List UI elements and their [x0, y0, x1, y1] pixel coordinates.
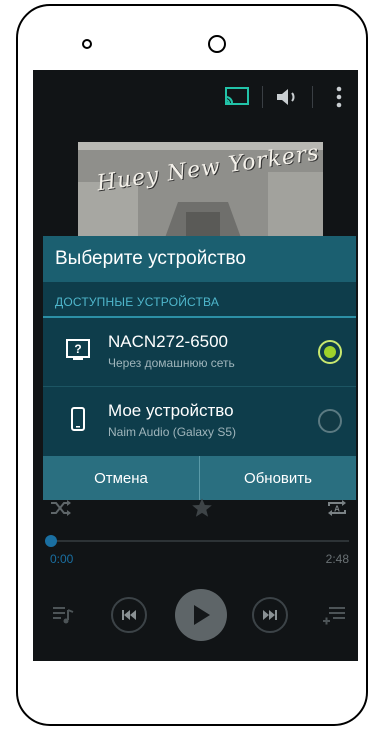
skip-next-icon	[263, 610, 277, 620]
next-button[interactable]	[252, 597, 288, 633]
dialog-title: Выберите устройство	[55, 248, 246, 269]
unknown-device-icon: ?	[65, 338, 91, 362]
app-screen: Huey New Yorkers Выберите устройство ДОС…	[33, 70, 358, 661]
playlist-icon[interactable]	[49, 600, 79, 630]
cast-icon[interactable]	[223, 84, 251, 110]
svg-text:?: ?	[74, 342, 81, 356]
top-bar	[33, 70, 358, 126]
front-camera	[208, 35, 226, 53]
favorite-star-icon[interactable]	[191, 497, 213, 519]
previous-button[interactable]	[111, 597, 147, 633]
device-row-my-device[interactable]: Мое устройство Naim Audio (Galaxy S5)	[43, 387, 356, 455]
more-vert-icon[interactable]	[331, 84, 347, 110]
sensor-dot	[82, 39, 92, 49]
seek-handle[interactable]	[45, 535, 57, 547]
play-icon	[194, 605, 210, 625]
duration-time: 2:48	[325, 552, 349, 566]
select-device-dialog: Выберите устройство ДОСТУПНЫЕ УСТРОЙСТВА…	[43, 236, 356, 500]
svg-text:A: A	[334, 505, 340, 514]
add-to-queue-icon[interactable]	[319, 600, 349, 630]
device-radio[interactable]	[318, 409, 342, 433]
seek-bar[interactable]	[48, 540, 349, 542]
device-row-nacn[interactable]: ? NACN272-6500 Через домашнюю сеть	[43, 318, 356, 386]
device-subtitle: Через домашнюю сеть	[108, 356, 235, 370]
device-name: NACN272-6500	[108, 332, 229, 351]
device-radio-selected[interactable]	[318, 340, 342, 364]
device-name: Мое устройство	[108, 401, 234, 420]
toolbar-divider	[312, 86, 313, 108]
skip-previous-icon	[122, 610, 136, 620]
phone-icon	[65, 407, 91, 431]
refresh-button[interactable]: Обновить	[200, 456, 356, 500]
toolbar-divider	[262, 86, 263, 108]
device-subtitle: Naim Audio (Galaxy S5)	[108, 425, 237, 439]
dialog-header: Выберите устройство	[43, 236, 356, 282]
section-label: ДОСТУПНЫЕ УСТРОЙСТВА	[55, 295, 220, 309]
elapsed-time: 0:00	[50, 552, 74, 566]
play-button[interactable]	[175, 589, 227, 641]
volume-icon[interactable]	[273, 84, 301, 110]
repeat-all-icon[interactable]: A	[325, 497, 349, 519]
cancel-button[interactable]: Отмена	[43, 456, 199, 500]
dialog-buttons: Отмена Обновить	[43, 456, 356, 500]
shuffle-icon[interactable]	[49, 498, 73, 518]
